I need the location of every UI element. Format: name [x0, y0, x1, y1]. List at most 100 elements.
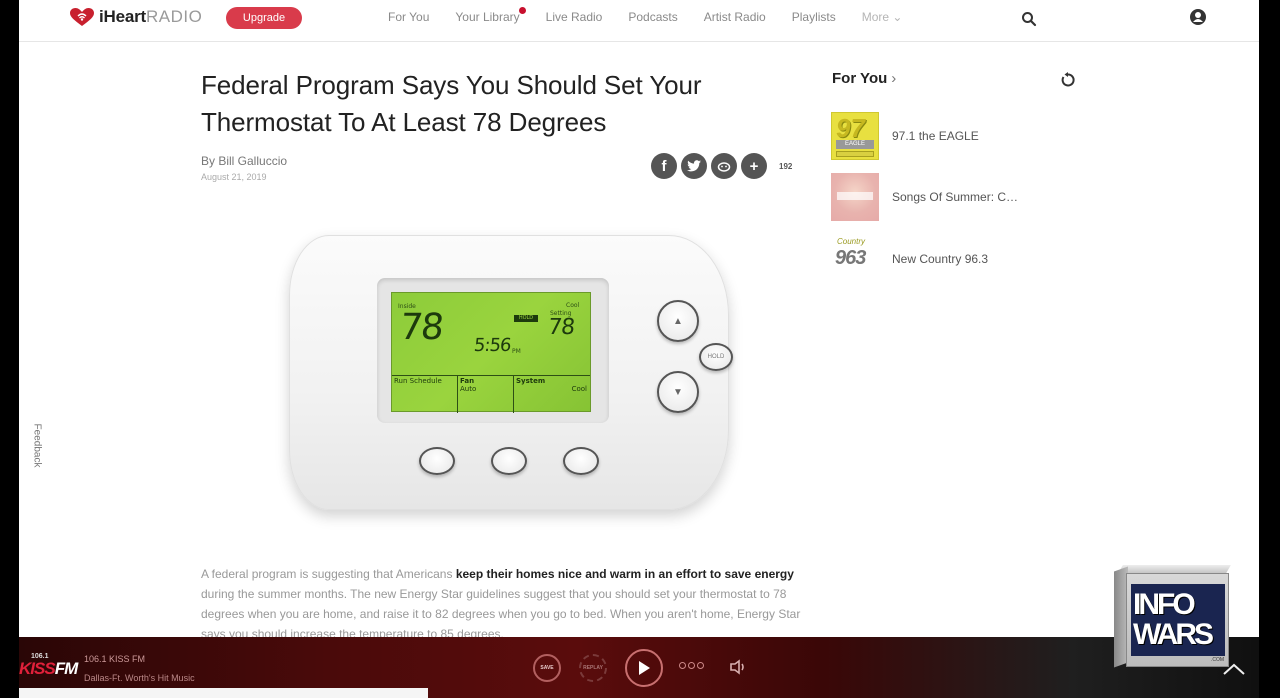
sidebar-station-item[interactable]: Country 963 New Country 96.3	[831, 235, 988, 283]
more-options-button[interactable]	[679, 662, 706, 669]
chevron-right-icon: ›	[891, 70, 897, 87]
player-lower-strip	[19, 688, 428, 698]
user-account-icon[interactable]	[1189, 8, 1207, 26]
station-thumbnail: 97 EAGLE	[831, 112, 879, 160]
thermostat-soft-button	[491, 447, 527, 475]
lcd-cool-label: Cool	[566, 302, 580, 309]
lcd-cell-value: Cool	[571, 385, 587, 393]
logo-cube-face: INFO WARS .COM	[1126, 573, 1229, 667]
lcd-cell-title: Run Schedule	[394, 377, 442, 385]
upgrade-button[interactable]: Upgrade	[226, 7, 302, 29]
lcd-cell-value: Auto	[460, 385, 477, 393]
thumb-bar-accent	[836, 151, 874, 157]
sidebar-playlist-item[interactable]: Songs Of Summer: C…	[831, 173, 1018, 221]
station-thumbnail: Country 963	[831, 235, 879, 283]
main-nav: For You Your Library Live Radio Podcasts…	[388, 7, 928, 24]
play-button[interactable]	[625, 649, 663, 687]
article-byline[interactable]: By Bill Galluccio	[201, 154, 287, 168]
dot-icon	[679, 662, 686, 669]
logo-line-2: WARS	[1133, 618, 1214, 651]
lcd-setting-temp: 78	[546, 315, 576, 340]
thumb-band	[837, 192, 873, 200]
body-text-intro: A federal program is suggesting that Ame…	[201, 567, 456, 581]
infowars-watermark-logo: INFO WARS .COM	[1114, 565, 1231, 673]
thermostat-hold-button: HOLD	[699, 343, 733, 371]
nav-for-you[interactable]: For You	[388, 10, 429, 24]
body-text-rest: during the summer months. The new Energy…	[201, 587, 801, 641]
thumb-bar: EAGLE	[836, 140, 874, 149]
thumb-number: 963	[835, 247, 866, 269]
twitter-share-button[interactable]	[681, 153, 707, 179]
share-count: 192	[779, 161, 793, 171]
nav-artist-radio[interactable]: Artist Radio	[704, 10, 766, 24]
sidebar-station-item[interactable]: 97 EAGLE 97.1 the EAGLE	[831, 112, 979, 160]
logo-subtext: .COM	[1210, 657, 1224, 663]
body-text-bold[interactable]: keep their homes nice and warm in an eff…	[456, 567, 794, 581]
reddit-icon	[717, 162, 731, 172]
nav-podcasts[interactable]: Podcasts	[628, 10, 677, 24]
iheart-heart-icon	[69, 7, 95, 27]
more-share-button[interactable]: +	[741, 153, 767, 179]
sidebar-for-you-title[interactable]: For You ›	[832, 70, 896, 87]
lcd-inside-temp: 78	[397, 307, 444, 348]
lcd-cell-schedule: Run Schedule	[392, 376, 458, 413]
lcd-status-row: Run Schedule Fan Auto System Cool	[392, 375, 590, 413]
save-label: SAVE	[540, 665, 554, 671]
article-title: Federal Program Says You Should Set Your…	[201, 70, 702, 137]
plus-icon: +	[749, 157, 759, 175]
nav-your-library[interactable]: Your Library	[455, 7, 526, 24]
facebook-icon: f	[661, 157, 667, 175]
article-date: August 21, 2019	[201, 172, 267, 182]
search-icon[interactable]	[1021, 11, 1037, 27]
nav-more-dropdown[interactable]: More ⌄	[862, 10, 903, 24]
logo-cube-inner: INFO WARS	[1131, 584, 1225, 656]
playlist-label: Songs Of Summer: C…	[892, 190, 1019, 204]
share-bar: f + 192	[651, 153, 792, 179]
triangle-up-icon: ▲	[673, 315, 683, 327]
now-playing-station-description: Dallas-Ft. Worth's Hit Music	[84, 673, 195, 683]
station-label: New Country 96.3	[892, 252, 989, 266]
article-image-thermostat: Inside 78 HOLD Cool Setting 78 5:56 PM R…	[269, 230, 739, 520]
replay-button[interactable]: REPLAY	[579, 654, 607, 682]
dot-icon	[697, 662, 704, 669]
thermostat-down-button: ▼	[657, 371, 699, 413]
lcd-cell-title: Fan	[460, 377, 475, 385]
notification-badge	[518, 7, 526, 14]
lcd-cell-title: System	[516, 377, 546, 385]
volume-icon[interactable]	[729, 659, 747, 675]
logo-text: iHeartRADIO	[99, 7, 203, 26]
top-navigation: iHeartRADIO Upgrade For You Your Library…	[19, 0, 1259, 42]
triangle-down-icon: ▼	[673, 386, 683, 398]
station-label: 97.1 the EAGLE	[892, 129, 979, 143]
replay-label: REPLAY	[583, 665, 603, 671]
letterbox-right	[1259, 0, 1280, 698]
now-playing-station-name[interactable]: 106.1 KISS FM	[84, 654, 145, 664]
save-button[interactable]: SAVE	[533, 654, 561, 682]
station-logo-text: KISSFM	[19, 659, 78, 678]
sidebar-title-text: For You	[832, 70, 888, 87]
logo-line-1: INFO	[1133, 588, 1196, 621]
thumb-top-text: Country	[837, 237, 866, 246]
lcd-time: 5:56	[472, 335, 512, 356]
playlist-thumbnail	[831, 173, 879, 221]
reddit-share-button[interactable]	[711, 153, 737, 179]
nav-playlists[interactable]: Playlists	[792, 10, 836, 24]
iheart-logo[interactable]: iHeartRADIO	[69, 7, 202, 27]
twitter-icon	[687, 160, 701, 172]
now-playing-station-logo[interactable]: 106.1 KISSFM	[19, 653, 78, 681]
article-body-paragraph: A federal program is suggesting that Ame…	[201, 564, 811, 644]
player-bar: 106.1 KISSFM 106.1 KISS FM Dallas-Ft. Wo…	[19, 637, 1259, 698]
thermostat-up-button: ▲	[657, 300, 699, 342]
lcd-cell-system: System Cool	[514, 376, 590, 413]
dot-icon	[688, 662, 695, 669]
nav-your-library-label: Your Library	[455, 10, 520, 24]
thermostat-soft-button	[419, 447, 455, 475]
play-icon	[639, 661, 650, 675]
feedback-tab[interactable]: Feedback	[31, 424, 42, 468]
refresh-icon[interactable]	[1060, 72, 1076, 88]
facebook-share-button[interactable]: f	[651, 153, 677, 179]
lcd-time-suffix: PM	[512, 348, 521, 355]
lcd-hold-tag: HOLD	[514, 315, 538, 322]
nav-live-radio[interactable]: Live Radio	[546, 10, 603, 24]
thermostat-display: Inside 78 HOLD Cool Setting 78 5:56 PM R…	[391, 292, 591, 413]
